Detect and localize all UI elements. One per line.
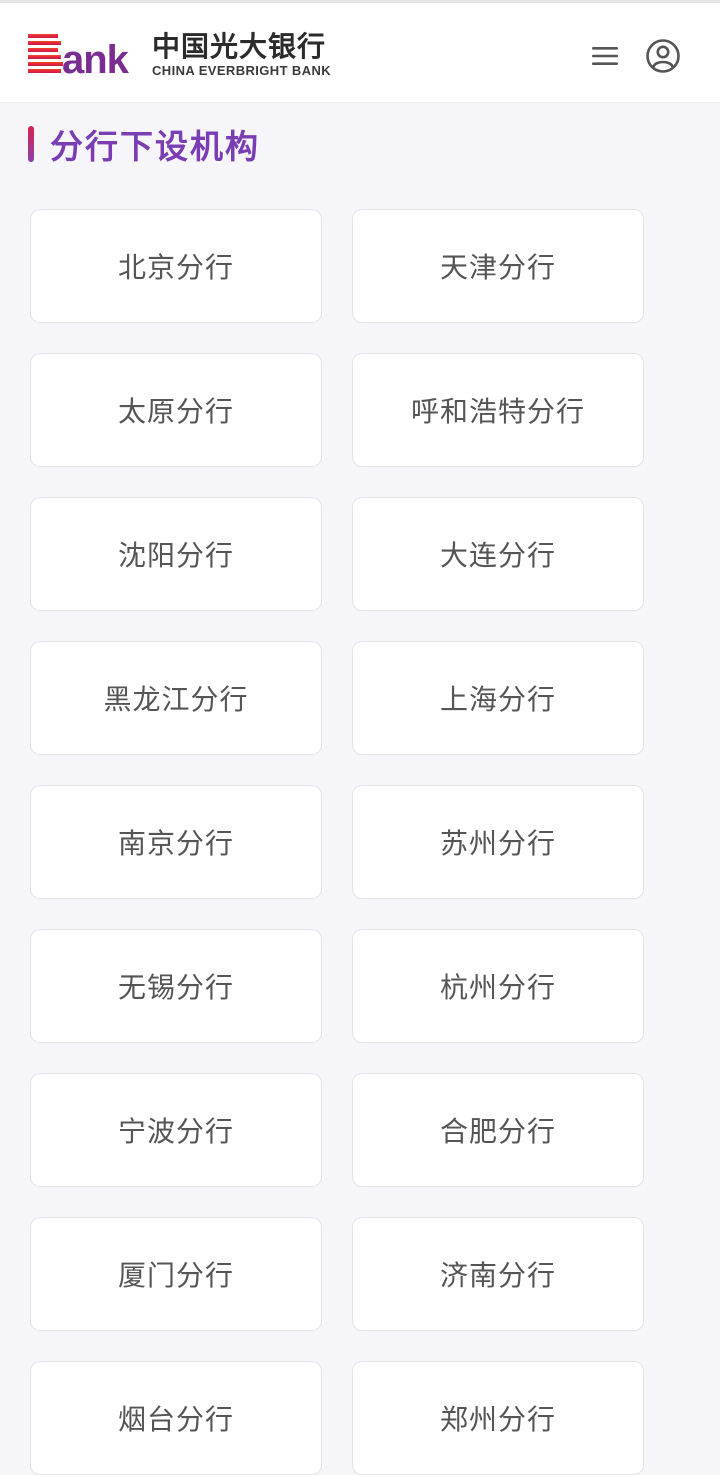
branch-card[interactable]: 黑龙江分行 [30,641,322,755]
bank-name-en: CHINA EVERBRIGHT BANK [152,63,332,78]
branch-card[interactable]: 合肥分行 [352,1073,644,1187]
menu-button[interactable] [586,37,624,75]
branch-card[interactable]: 宁波分行 [30,1073,322,1187]
user-account-button[interactable] [643,36,683,76]
branch-card[interactable]: 沈阳分行 [30,497,322,611]
branch-card[interactable]: 郑州分行 [352,1361,644,1475]
branch-label: 大连分行 [439,539,556,572]
branch-label: 苏州分行 [439,827,556,860]
branch-card[interactable]: 烟台分行 [30,1361,322,1475]
branch-label: 上海分行 [439,683,556,716]
branch-label: 太原分行 [117,395,234,428]
branch-label: 南京分行 [117,827,234,860]
branch-label: 杭州分行 [439,971,556,1004]
branch-card[interactable]: 呼和浩特分行 [352,353,644,467]
branch-label: 郑州分行 [439,1403,556,1436]
branch-label: 沈阳分行 [117,539,234,572]
branch-card[interactable]: 厦门分行 [30,1217,322,1331]
section-heading: 分行下设机构 [28,122,260,166]
branch-card[interactable]: 杭州分行 [352,929,644,1043]
svg-text:ank: ank [62,38,130,79]
branch-card[interactable]: 南京分行 [30,785,322,899]
hamburger-menu-icon [592,47,618,65]
branch-label: 宁波分行 [117,1115,234,1148]
user-circle-icon [646,39,680,73]
branch-card[interactable]: 济南分行 [352,1217,644,1331]
bank-name-cn: 中国光大银行 [152,30,327,63]
branch-grid: 北京分行 天津分行 太原分行 呼和浩特分行 沈阳分行 大连分行 黑龙江分行 上海… [30,209,644,1475]
branch-label: 合肥分行 [439,1115,556,1148]
branch-label: 无锡分行 [117,971,234,1004]
branch-label: 黑龙江分行 [103,683,249,716]
heading-accent-bar [28,126,34,162]
branch-card[interactable]: 天津分行 [352,209,644,323]
branch-label: 呼和浩特分行 [410,395,585,428]
branch-label: 天津分行 [439,251,556,284]
branch-label: 厦门分行 [117,1259,234,1292]
branch-label: 北京分行 [117,251,234,284]
bank-logo[interactable]: ank 中国光大银行 CHINA EVERBRIGHT BANK [28,31,331,79]
bank-logo-mark-icon: ank [28,34,131,79]
bank-logo-text: 中国光大银行 CHINA EVERBRIGHT BANK [152,31,331,79]
section-title: 分行下设机构 [50,127,260,166]
branch-card[interactable]: 太原分行 [30,353,322,467]
branch-card[interactable]: 北京分行 [30,209,322,323]
branch-label: 烟台分行 [117,1403,234,1436]
branch-label: 济南分行 [439,1259,556,1292]
branch-card[interactable]: 苏州分行 [352,785,644,899]
branch-card[interactable]: 大连分行 [352,497,644,611]
site-header: ank 中国光大银行 CHINA EVERBRIGHT BANK [0,3,720,103]
branch-card[interactable]: 无锡分行 [30,929,322,1043]
branch-card[interactable]: 上海分行 [352,641,644,755]
